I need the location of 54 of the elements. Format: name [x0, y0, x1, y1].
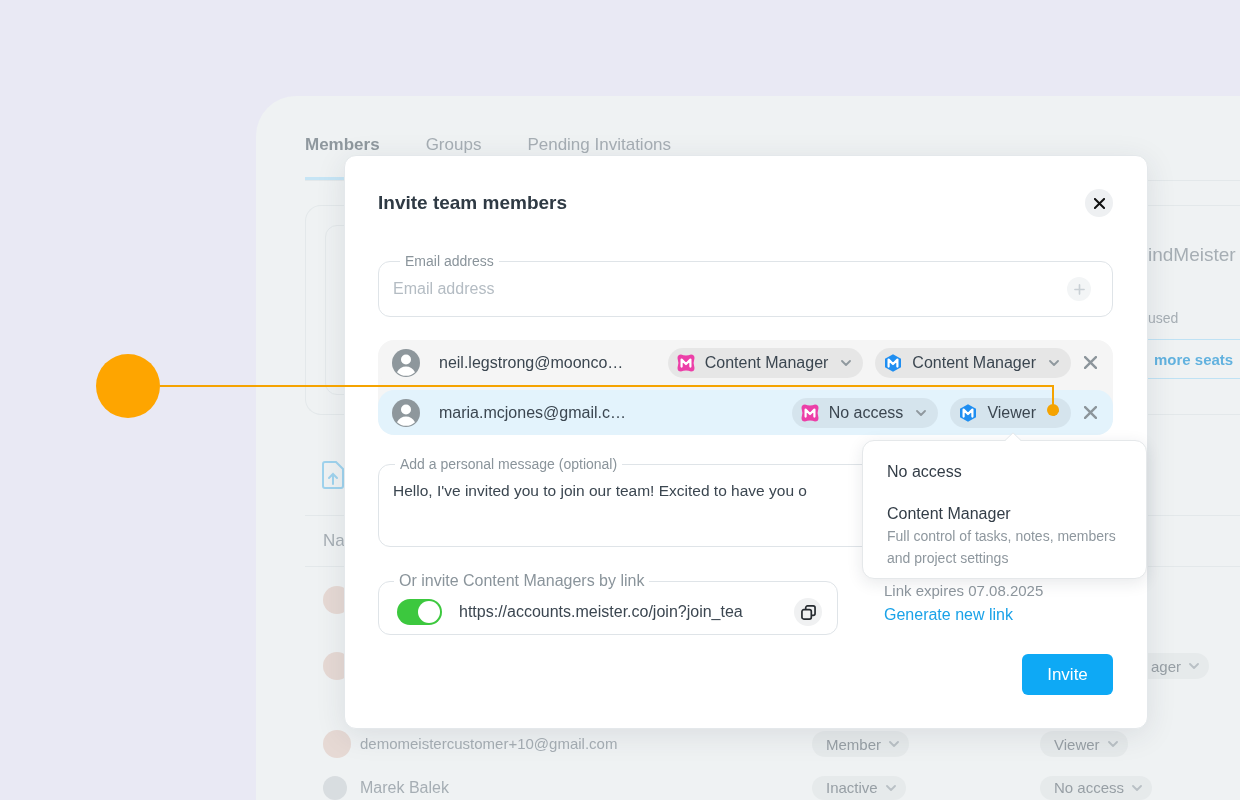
chevron-down-icon	[1049, 359, 1059, 366]
user-avatar-icon	[392, 348, 420, 377]
column-header: Na	[323, 531, 345, 551]
chevron-down-icon	[1132, 784, 1143, 791]
invitee-email: maria.mcjones@gmail.c…	[439, 403, 627, 422]
invitee-email: neil.legstrong@moonco…	[439, 353, 625, 372]
role-dropdown[interactable]: No access	[791, 397, 939, 428]
close-icon	[1083, 356, 1097, 369]
hexagon-logo-icon	[959, 403, 978, 422]
chevron-down-icon	[841, 359, 852, 366]
link-expiry-text: Link expires 07.08.2025	[884, 582, 1044, 600]
field-label: Email address	[404, 252, 495, 270]
field-label: Add a personal message (optional)	[399, 455, 619, 473]
remove-button[interactable]	[1083, 405, 1097, 420]
remove-button[interactable]	[1083, 355, 1097, 370]
role-dropdown[interactable]: Content Manager	[875, 347, 1071, 378]
close-icon	[1093, 197, 1105, 209]
access-dropdown[interactable]: Viewer	[1040, 731, 1128, 757]
generate-link[interactable]: Generate new link	[884, 604, 1013, 626]
hexagon-logo-icon	[884, 353, 903, 372]
copy-icon	[800, 604, 816, 620]
toggle-switch[interactable]	[397, 599, 442, 625]
invite-button[interactable]: Invite	[1022, 654, 1113, 695]
member-name: Marek Balek	[360, 777, 450, 798]
chevron-down-icon	[889, 741, 899, 747]
role-dropdown[interactable]: Inactive	[812, 775, 906, 800]
plus-icon	[1073, 283, 1085, 295]
access-dropdown[interactable]: ager	[1148, 653, 1210, 679]
chevron-down-icon	[1107, 741, 1118, 747]
dialog-title: Invite team members	[378, 192, 568, 214]
copy-button[interactable]	[794, 598, 822, 626]
role-dropdown[interactable]: Content Manager	[667, 347, 864, 378]
file-upload-icon	[322, 461, 344, 489]
seats-note: used	[1148, 310, 1179, 326]
field-label: Or invite Content Managers by link	[398, 572, 646, 590]
role-dropdown[interactable]: Member	[812, 731, 909, 757]
avatar-icon	[323, 730, 351, 758]
invite-link-text: https://accounts.meister.co/join?join_tea	[459, 603, 743, 621]
member-email: demomeistercustomer+10@gmail.com	[360, 734, 619, 754]
annotation-dot-icon	[96, 354, 160, 418]
chevron-down-icon	[885, 784, 896, 791]
chevron-down-icon	[1189, 663, 1200, 669]
close-icon	[1083, 406, 1097, 419]
chevron-down-icon	[916, 409, 927, 416]
tile-logo-icon	[800, 403, 819, 422]
add-button[interactable]	[1067, 277, 1091, 301]
tile-logo-icon	[676, 353, 695, 372]
email-input[interactable]: Email address	[393, 275, 1055, 303]
role-dropdown[interactable]: Viewer	[950, 397, 1071, 428]
user-avatar-icon	[392, 398, 420, 427]
product-name: indMeister	[1148, 245, 1236, 265]
close-button[interactable]	[1085, 189, 1113, 217]
email-field[interactable]: Email address Email address	[378, 252, 1113, 317]
access-dropdown[interactable]: No access	[1040, 775, 1153, 800]
